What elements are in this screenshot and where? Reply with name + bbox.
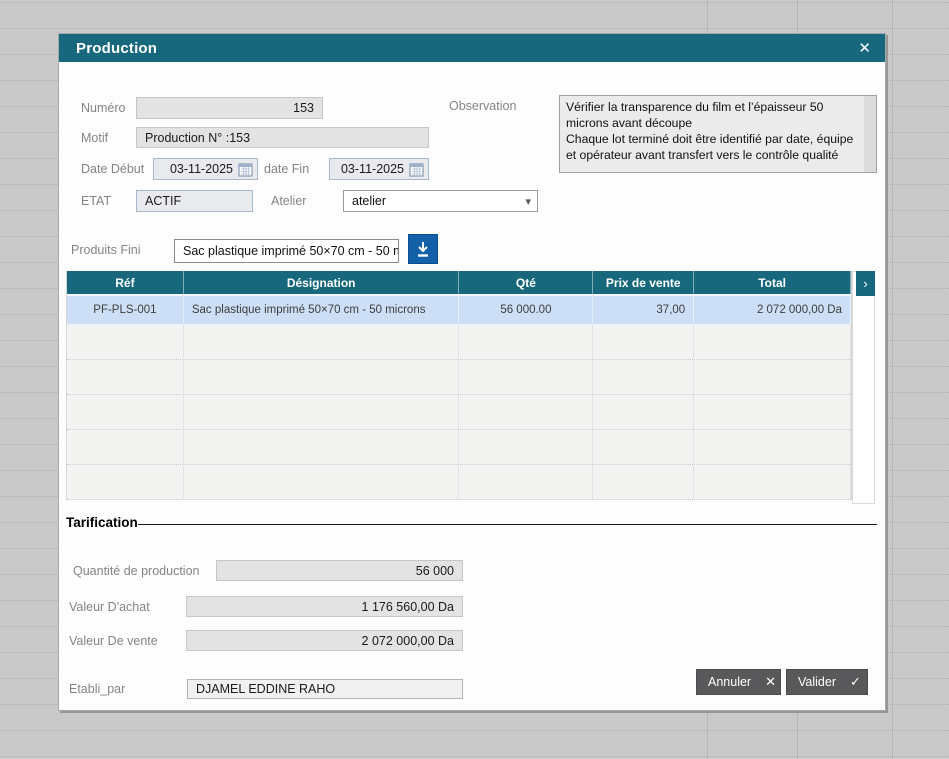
chevron-right-icon: › xyxy=(863,276,867,291)
dialog-titlebar: Production ✕ xyxy=(59,34,885,62)
table-cell-empty xyxy=(459,325,593,359)
table-row-empty xyxy=(67,430,851,465)
motif-label: Motif xyxy=(81,127,108,149)
table-cell-empty xyxy=(184,360,460,394)
grid-column-header[interactable]: Désignation xyxy=(184,271,460,294)
products-grid: › RéfDésignationQtéPrix de venteTotal PF… xyxy=(66,271,875,504)
table-row-empty xyxy=(67,465,851,500)
table-cell: 2 072 000,00 Da xyxy=(694,296,851,324)
valider-button[interactable]: Valider ✓ xyxy=(786,669,868,695)
numero-field[interactable]: 153 xyxy=(136,97,323,119)
etabli-par-label: Etabli_par xyxy=(69,678,125,700)
motif-field[interactable]: Production N° :153 xyxy=(136,127,429,148)
table-row-selected[interactable]: PF-PLS-001Sac plastique imprimé 50×70 cm… xyxy=(67,296,851,325)
production-dialog: Production ✕ Numéro 153 Observation Véri… xyxy=(58,33,886,711)
atelier-select[interactable]: atelier ▾ xyxy=(343,190,538,212)
add-product-button[interactable] xyxy=(408,234,438,264)
table-cell-empty xyxy=(593,325,694,359)
produits-fini-select[interactable]: Sac plastique imprimé 50×70 cm - 50 mi..… xyxy=(174,239,399,263)
table-cell-empty xyxy=(694,360,851,394)
table-cell-empty xyxy=(67,325,184,359)
table-cell-empty xyxy=(459,395,593,429)
grid-column-header[interactable]: Prix de vente xyxy=(593,271,694,294)
atelier-selected-value: atelier xyxy=(352,194,386,208)
table-row-empty xyxy=(67,395,851,430)
background-gridline xyxy=(0,2,949,3)
observation-scrollbar[interactable] xyxy=(864,96,876,172)
table-cell-empty xyxy=(184,325,460,359)
table-cell-empty xyxy=(694,430,851,464)
date-debut-value: 03-11-2025 xyxy=(170,162,233,176)
tarification-divider xyxy=(138,524,877,525)
produits-fini-selected-value: Sac plastique imprimé 50×70 cm - 50 mi..… xyxy=(183,244,399,258)
table-cell-empty xyxy=(184,395,460,429)
table-cell-empty xyxy=(67,360,184,394)
numero-label: Numéro xyxy=(81,97,125,119)
table-cell-empty xyxy=(184,465,460,499)
checkmark-icon: ✓ xyxy=(836,674,861,690)
table-cell-empty xyxy=(459,465,593,499)
date-debut-label: Date Début xyxy=(81,158,144,180)
date-debut-field[interactable]: 03-11-2025 xyxy=(153,158,258,180)
valeur-achat-label: Valeur D'achat xyxy=(69,596,150,618)
table-cell-empty xyxy=(459,360,593,394)
etabli-par-field[interactable]: DJAMEL EDDINE RAHO xyxy=(187,679,463,699)
tarification-title: Tarification xyxy=(66,515,138,530)
grid-header-row: RéfDésignationQtéPrix de venteTotal xyxy=(67,271,851,296)
table-cell-empty xyxy=(593,465,694,499)
table-cell-empty xyxy=(459,430,593,464)
table-cell-empty xyxy=(694,325,851,359)
observation-label: Observation xyxy=(449,95,516,117)
table-cell-empty xyxy=(694,395,851,429)
produits-fini-label: Produits Fini xyxy=(71,239,140,261)
table-cell-empty xyxy=(694,465,851,499)
quantite-label: Quantité de production xyxy=(73,560,199,582)
chevron-down-icon: ▾ xyxy=(521,195,531,208)
table-cell-empty xyxy=(67,465,184,499)
grid-vertical-scrollbar[interactable] xyxy=(852,271,875,504)
atelier-label: Atelier xyxy=(271,190,306,212)
calendar-icon[interactable] xyxy=(409,162,424,177)
dialog-title: Production xyxy=(76,40,157,57)
date-fin-value: 03-11-2025 xyxy=(341,162,404,176)
close-icon[interactable]: ✕ xyxy=(858,41,871,56)
grid-column-header[interactable]: Qté xyxy=(459,271,593,294)
etat-label: ETAT xyxy=(81,190,111,212)
table-cell: 37,00 xyxy=(593,296,694,324)
table-cell: Sac plastique imprimé 50×70 cm - 50 micr… xyxy=(184,296,460,324)
annuler-button[interactable]: Annuler ✕ xyxy=(696,669,781,695)
table-row-empty xyxy=(67,325,851,360)
cancel-x-icon: ✕ xyxy=(751,674,776,690)
background-gridline xyxy=(0,756,949,757)
quantite-field[interactable]: 56 000 xyxy=(216,560,463,581)
table-cell-empty xyxy=(67,395,184,429)
table-cell-empty xyxy=(593,360,694,394)
table-row-empty xyxy=(67,360,851,395)
calendar-icon[interactable] xyxy=(238,162,253,177)
background-gridline xyxy=(0,28,949,29)
background-gridline xyxy=(0,730,949,731)
date-fin-label: date Fin xyxy=(264,158,309,180)
valider-button-label: Valider xyxy=(798,675,836,689)
etat-field[interactable]: ACTIF xyxy=(136,190,253,212)
table-cell: 56 000.00 xyxy=(459,296,593,324)
date-fin-field[interactable]: 03-11-2025 xyxy=(329,158,429,180)
table-cell-empty xyxy=(67,430,184,464)
valeur-vente-label: Valeur De vente xyxy=(69,630,158,652)
table-cell-empty xyxy=(593,430,694,464)
observation-textarea[interactable]: Vérifier la transparence du film et l’ép… xyxy=(559,95,877,173)
annuler-button-label: Annuler xyxy=(708,675,751,689)
grid-column-header[interactable]: Total xyxy=(694,271,851,294)
table-cell-empty xyxy=(184,430,460,464)
background-gridline xyxy=(892,0,893,759)
table-cell-empty xyxy=(593,395,694,429)
table-cell: PF-PLS-001 xyxy=(67,296,184,324)
tarification-section-header: Tarification xyxy=(66,515,877,530)
grid-column-header[interactable]: Réf xyxy=(67,271,184,294)
download-icon xyxy=(414,240,432,258)
valeur-vente-field[interactable]: 2 072 000,00 Da xyxy=(186,630,463,651)
grid-scroll-right-button[interactable]: › xyxy=(856,271,875,296)
valeur-achat-field[interactable]: 1 176 560,00 Da xyxy=(186,596,463,617)
